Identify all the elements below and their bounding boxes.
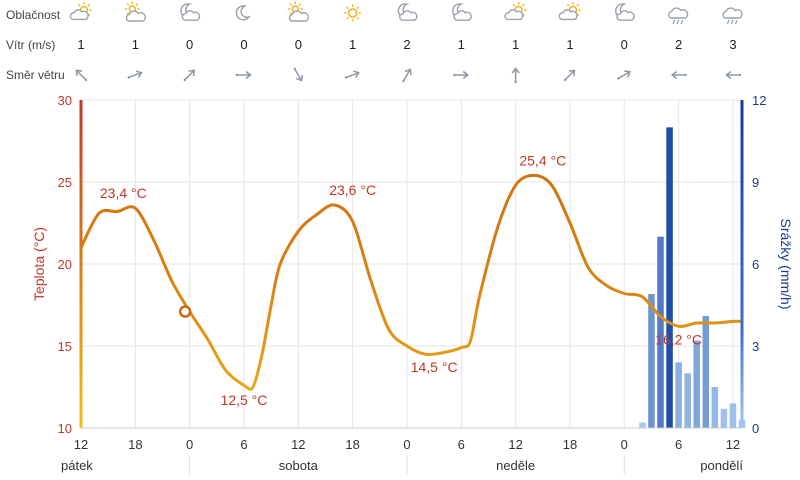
cloudy-sun-icon [287,1,310,22]
temperature-annotations: 23,4 °C 12,5 °C 23,6 °C 14,5 °C 25,4 °C 16,2 … [100,152,702,408]
precip-bar-4 [675,362,682,428]
wind-direction-arrow-icon [293,67,304,82]
annotation-3: 14,5 °C [411,359,458,375]
precipitation-bars [639,127,746,428]
right-tick-label-1: 3 [752,339,759,354]
partly-sunny-icon [504,2,527,21]
partly-sunny-icon [558,2,581,21]
moon-cloud-icon [397,3,418,21]
wind-direction-arrow-icon [75,69,88,82]
x-tick-label-7: 6 [458,437,465,452]
moon-icon [235,5,251,21]
temperature-series [79,173,744,391]
precip-bar-5 [684,373,691,428]
x-tick-label-0: 12 [74,437,88,452]
partly-sunny-icon [69,2,92,21]
wind-speed-0: 1 [77,37,84,52]
rain-cloud-icon [668,7,689,25]
precip-bar-10 [729,403,737,428]
x-tick-label-2: 0 [186,437,193,452]
x-tick-label-8: 12 [508,437,522,452]
moon-cloud-icon [180,3,201,21]
x-tick-label-1: 18 [128,437,142,452]
x-tick-label-6: 0 [403,437,410,452]
x-tick-label-5: 18 [345,437,359,452]
cloudy-sun-icon [124,1,147,22]
right-tick-label-4: 12 [752,93,766,108]
x-tick-label-11: 6 [675,437,682,452]
precip-bar-1 [648,294,655,428]
x-tick-label-4: 12 [291,437,305,452]
annotation-4: 25,4 °C [519,152,566,168]
day-label-3: pondělí [700,458,743,473]
header-row-labels: Oblačnost Vítr (m/s) Směr větru [6,8,65,82]
wind-speed-4: 0 [295,37,302,52]
left-tick-label-0: 10 [58,421,72,436]
moon-cloud-icon [452,3,472,21]
left-axis-title: Teplota (°C) [31,227,47,301]
left-tick-label-4: 30 [58,93,72,108]
moon-cloud-icon [614,3,635,21]
annotation-2: 23,6 °C [329,182,376,198]
grid [80,99,742,429]
day-label-1: sobota [279,458,319,473]
wind-speed-1: 1 [132,37,139,52]
left-tick-label-1: 15 [58,339,72,354]
day-label-0: pátek [61,458,93,473]
precip-bar-9 [720,408,728,428]
wind-speed-3: 0 [240,37,247,52]
wind-direction-arrow-icon [725,70,742,80]
precip-bar-8 [711,387,719,428]
wind-direction-arrow-icon [127,70,143,79]
weather-chart: Oblačnost Vítr (m/s) Směr větru 11000121… [6,1,794,474]
x-tick-label-12: 12 [726,437,740,452]
left-tick-label-3: 25 [58,175,72,190]
wind-direction-arrow-icon [617,70,631,80]
wind-speed-9: 1 [566,37,573,52]
wind-speed-2: 0 [186,37,193,52]
right-tick-label-3: 9 [752,175,759,190]
sun-icon [344,4,362,22]
wind-speed-7: 1 [458,37,465,52]
x-tick-label-3: 6 [240,437,247,452]
day-label-2: neděle [496,458,535,473]
left-tick-label-2: 20 [58,257,72,272]
x-tick-label-10: 0 [621,437,628,452]
wind-direction-arrow-icon [344,70,360,79]
temperature-marker[interactable] [178,305,192,318]
header-columns: 1 1 0 0 0 1 2 1 1 1 0 2 3 [69,1,743,84]
right-tick-label-2: 6 [752,257,759,272]
temperature-line [79,173,744,391]
clouds-row-label: Oblačnost [6,8,61,22]
rain-cloud-icon [722,7,743,25]
wind-direction-arrow-icon [670,70,687,80]
wind-direction-arrow-icon [511,67,520,84]
precip-bar-0 [639,422,646,428]
wind-direction-arrow-icon [402,68,412,83]
precip-bar-6 [693,340,700,428]
annotation-1: 12,5 °C [221,392,268,408]
wind-speed-12: 3 [729,37,736,52]
annotation-5: 16,2 °C [655,331,702,347]
wind-row-label: Vítr (m/s) [6,38,55,52]
precip-bar-3 [666,127,673,428]
wind-direction-arrow-icon [235,70,252,80]
direction-row-label: Směr větru [6,68,65,82]
x-tick-label-9: 18 [563,437,577,452]
annotation-0: 23,4 °C [100,185,147,201]
wind-direction-arrow-icon [183,69,196,82]
wind-speed-11: 2 [675,37,682,52]
right-axis-title: Srážky (mm/h) [778,219,794,310]
right-tick-label-0: 0 [752,421,759,436]
precip-bar-7 [702,315,710,428]
wind-direction-arrow-icon [563,69,576,82]
wind-speed-5: 1 [349,37,356,52]
wind-speed-6: 2 [403,37,410,52]
wind-direction-arrow-icon [453,70,470,80]
wind-speed-10: 0 [621,37,628,52]
wind-speed-8: 1 [512,37,519,52]
